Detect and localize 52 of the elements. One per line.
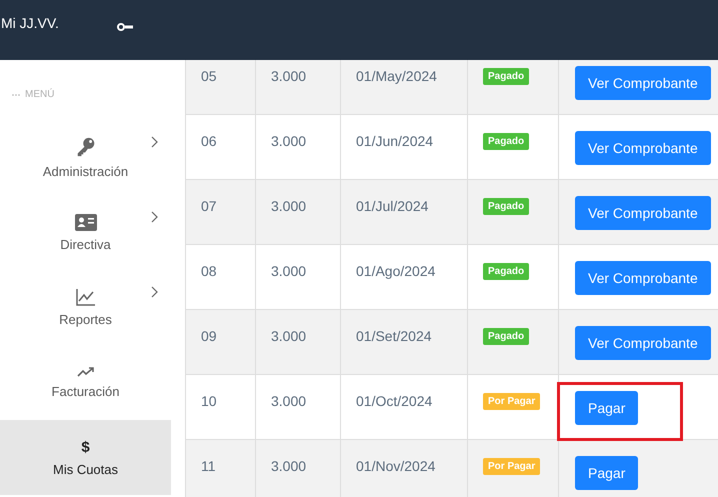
status-badge: Por Pagar	[483, 393, 540, 410]
brand-title: Mi JJ.VV.	[1, 15, 59, 31]
id-card-icon	[74, 214, 96, 230]
table-cell: 01/May/2024	[341, 60, 468, 114]
view-receipt-button[interactable]: Ver Comprobante	[575, 326, 711, 360]
status-badge: Pagado	[483, 68, 530, 85]
sidebar-item[interactable]: Directiva	[0, 195, 171, 270]
table-cell: 3.000	[256, 375, 341, 439]
table-cell: 3.000	[256, 245, 341, 309]
sidebar-item[interactable]: Administración	[0, 120, 171, 195]
table-cell: 01/Nov/2024	[341, 440, 468, 497]
menu-section-label: MENÚ	[25, 89, 54, 100]
table-cell: 3.000	[256, 310, 341, 374]
status-badge: Pagado	[483, 328, 530, 345]
status-badge: Por Pagar	[483, 458, 540, 475]
view-receipt-button[interactable]: Ver Comprobante	[575, 196, 711, 230]
table-cell: 01/Set/2024	[341, 310, 468, 374]
table-cell: 11	[186, 440, 256, 497]
table-cell: 10	[186, 375, 256, 439]
table-cell: 01/Jul/2024	[341, 180, 468, 244]
sidebar-item[interactable]: Facturación	[0, 345, 171, 420]
view-receipt-button[interactable]: Ver Comprobante	[575, 131, 711, 165]
table-cell: 3.000	[256, 115, 341, 179]
sidebar-item[interactable]: $ Mis Cuotas	[0, 420, 171, 495]
trending-up-icon	[76, 366, 94, 378]
sidebar-item-label: Facturación	[52, 384, 120, 399]
sidebar-item-label: Directiva	[60, 236, 111, 252]
table-cell: 01/Ago/2024	[341, 245, 468, 309]
status-badge: Pagado	[483, 133, 530, 150]
table-cell: 3.000	[256, 180, 341, 244]
table-cell: 09	[186, 310, 256, 374]
table-cell: 08	[186, 245, 256, 309]
sidebar-item[interactable]: Reportes	[0, 270, 171, 345]
dollar-icon: $	[81, 438, 90, 456]
table-cell: 3.000	[256, 440, 341, 497]
status-badge: Pagado	[483, 263, 530, 280]
pay-button[interactable]: Pagar	[575, 456, 638, 490]
view-receipt-button[interactable]: Ver Comprobante	[575, 261, 711, 295]
sidebar-item-label: Administración	[42, 164, 128, 179]
line-chart-icon	[76, 288, 95, 306]
view-receipt-button[interactable]: Ver Comprobante	[575, 66, 711, 100]
table-cell: 01/Jun/2024	[341, 115, 468, 179]
table-cell: 05	[186, 60, 256, 114]
table-cell: 3.000	[256, 60, 341, 114]
pay-button[interactable]: Pagar	[575, 391, 638, 425]
toggle-icon[interactable]	[116, 23, 133, 31]
table-cell: 06	[186, 115, 256, 179]
status-badge: Pagado	[483, 198, 530, 215]
table-cell: 01/Oct/2024	[341, 375, 468, 439]
table-cell: 07	[186, 180, 256, 244]
sidebar-item-label: Mis Cuotas	[52, 462, 118, 476]
sidebar-item-label: Reportes	[59, 312, 112, 326]
